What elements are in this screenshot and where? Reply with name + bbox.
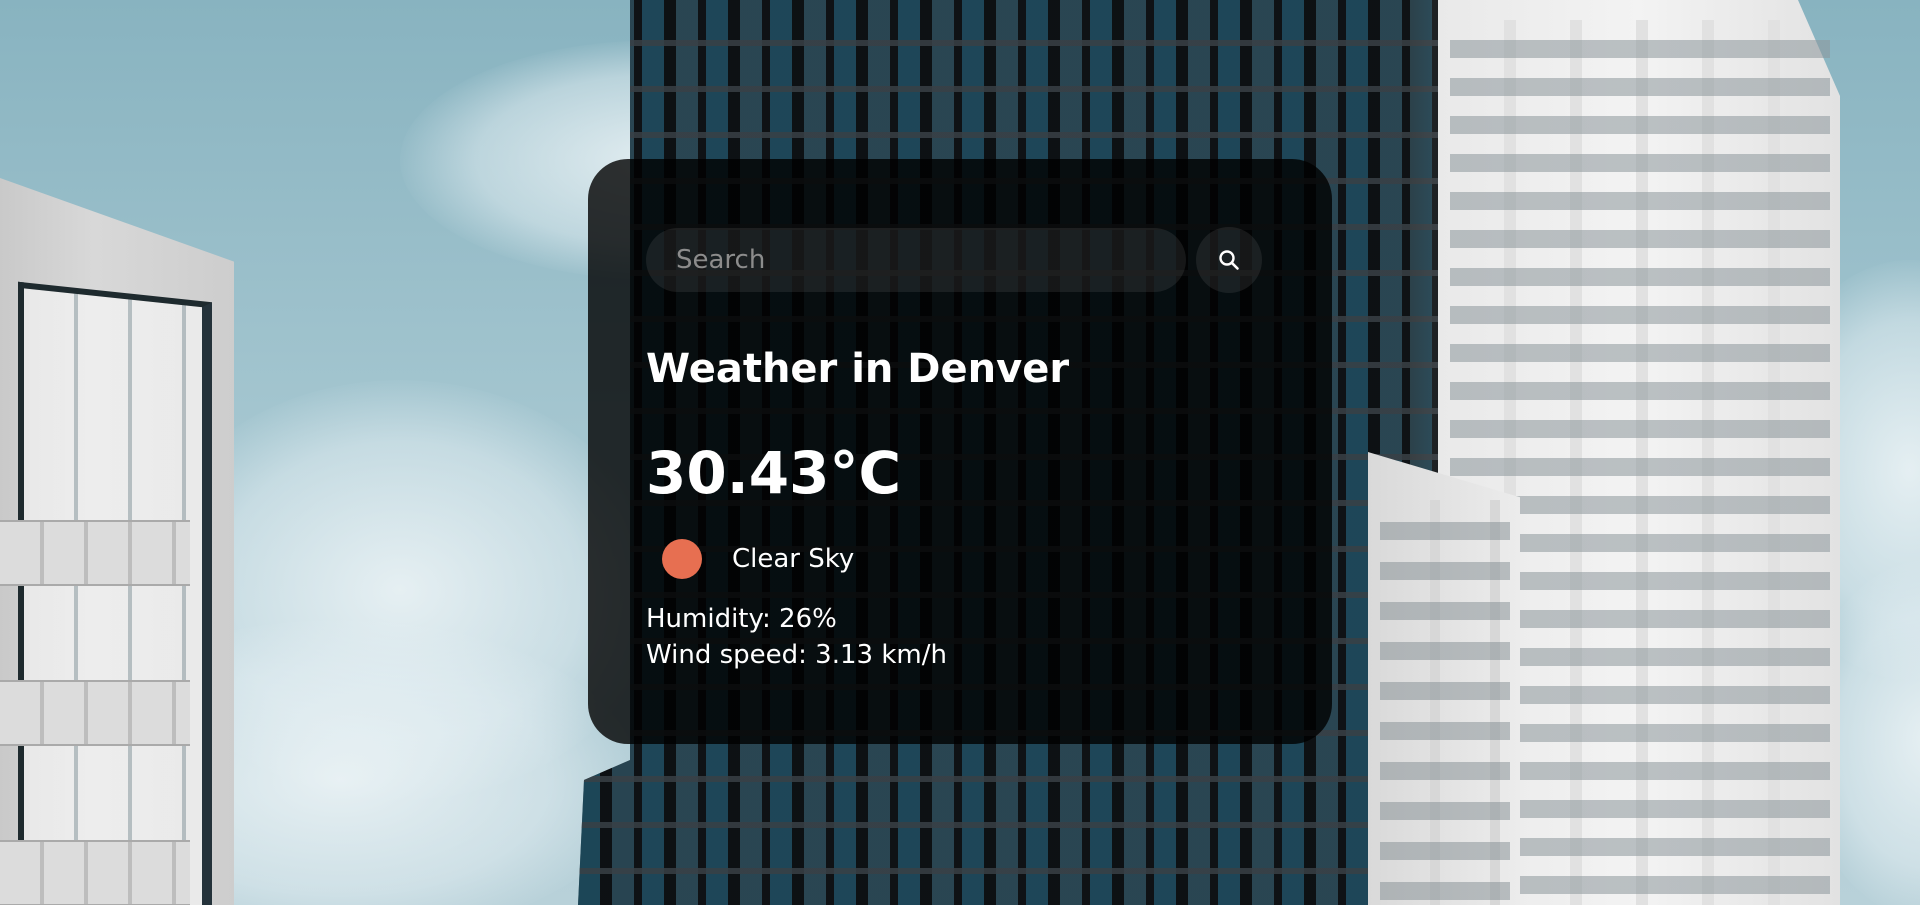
search-bar [646,227,1274,293]
condition-label: Clear Sky [732,543,855,574]
left-building-band [0,520,190,586]
weather-details: Humidity: 26% Wind speed: 3.13 km/h [646,601,1274,673]
humidity-value: Humidity: 26% [646,603,837,634]
left-building-band [0,680,190,746]
weather-card: Weather in Denver 30.43°C Clear Sky Humi… [588,159,1332,744]
white-tower-front-windows [1380,500,1510,905]
wind-speed-value: Wind speed: 3.13 km/h [646,639,947,670]
left-building-band [0,840,190,905]
search-icon [1219,250,1239,270]
search-input[interactable] [646,228,1186,292]
sun-icon [662,538,702,579]
city-title: Weather in Denver [646,346,1070,392]
search-button[interactable] [1196,227,1262,293]
temperature: 30.43°C [646,439,902,507]
background-image: Weather in Denver 30.43°C Clear Sky Humi… [0,0,1920,905]
left-building-windows [18,281,212,905]
weather-condition: Clear Sky [646,538,1274,579]
